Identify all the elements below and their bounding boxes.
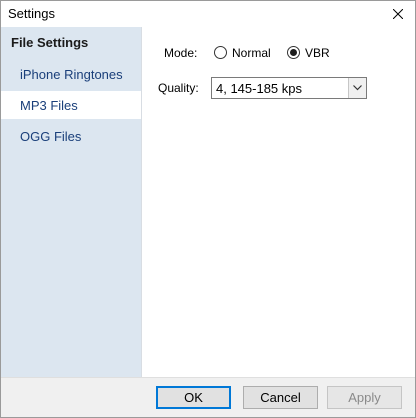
- sidebar-item-label: OGG Files: [20, 128, 82, 144]
- quality-select[interactable]: 4, 145-185 kps: [211, 77, 367, 99]
- sidebar: File Settings iPhone Ringtones MP3 Files…: [1, 27, 142, 377]
- sidebar-item-mp3-files[interactable]: MP3 Files: [1, 91, 141, 119]
- close-icon: [393, 9, 403, 19]
- quality-label: Quality:: [158, 81, 199, 95]
- button-bar: OK Cancel Apply: [1, 377, 415, 417]
- settings-dialog: Settings File Settings iPhone Ringtones …: [0, 0, 416, 418]
- sidebar-item-iphone-ringtones[interactable]: iPhone Ringtones: [1, 60, 141, 88]
- close-button[interactable]: [381, 1, 415, 27]
- title-bar: Settings: [1, 1, 415, 27]
- window-title: Settings: [8, 6, 55, 21]
- mode-normal-radio[interactable]: [214, 46, 227, 59]
- sidebar-header: File Settings: [11, 35, 89, 50]
- mode-label: Mode:: [164, 46, 198, 60]
- chevron-down-icon: [353, 85, 362, 91]
- sidebar-item-label: iPhone Ringtones: [20, 66, 123, 82]
- ok-button[interactable]: OK: [156, 386, 231, 409]
- cancel-button[interactable]: Cancel: [243, 386, 318, 409]
- apply-button[interactable]: Apply: [327, 386, 402, 409]
- sidebar-item-ogg-files[interactable]: OGG Files: [1, 122, 141, 150]
- quality-select-value: 4, 145-185 kps: [216, 81, 303, 96]
- quality-dropdown-button[interactable]: [348, 78, 366, 98]
- mode-vbr-radio[interactable]: [287, 46, 300, 59]
- sidebar-item-label: MP3 Files: [20, 97, 78, 113]
- mode-normal-label[interactable]: Normal: [232, 46, 271, 60]
- mode-vbr-label[interactable]: VBR: [305, 46, 330, 60]
